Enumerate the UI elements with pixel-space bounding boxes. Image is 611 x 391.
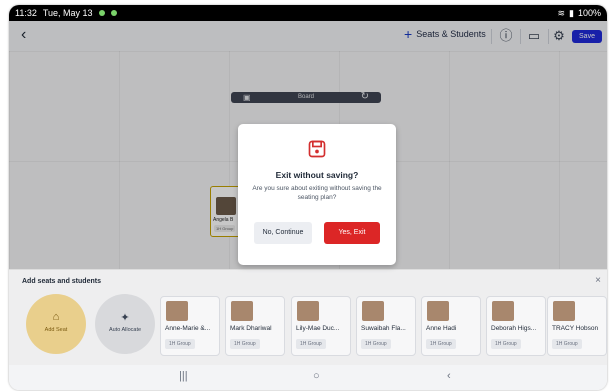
student-name: Anne-Marie &...	[165, 325, 211, 332]
student-photo	[553, 301, 575, 321]
recents-icon[interactable]: |||	[179, 370, 188, 382]
student-name: Lily-Mae Duc...	[296, 325, 340, 332]
student-group: 1H Group	[552, 339, 582, 349]
student-group: 1H Group	[426, 339, 456, 349]
date: Tue, May 13	[42, 8, 93, 18]
dialog-title: Exit without saving?	[275, 170, 359, 180]
student-name: Mark Dhariwal	[230, 325, 272, 332]
student-photo	[297, 301, 319, 321]
student-card[interactable]: Anne Hadi 1H Group	[421, 296, 481, 356]
student-group: 1H Group	[491, 339, 521, 349]
student-card[interactable]: Anne-Marie &... 1H Group	[160, 296, 220, 356]
yes-exit-button[interactable]: Yes, Exit	[324, 222, 380, 244]
seat-icon: ⌂	[52, 311, 60, 323]
add-seat-label: Add Seat	[44, 327, 68, 333]
student-name: Anne Hadi	[426, 325, 457, 332]
home-icon[interactable]: ○	[313, 370, 320, 382]
student-name: Suwaibah Fla...	[361, 325, 406, 332]
auto-allocate-button[interactable]: ✦ Auto Allocate	[95, 294, 155, 354]
status-bar: 11:32 Tue, May 13 ≋ ▮ 100%	[9, 5, 607, 21]
signal-icon: ▮	[569, 8, 574, 18]
add-seats-panel: Add seats and students × ⌂ Add Seat ✦ Au…	[9, 269, 607, 366]
student-group: 1H Group	[230, 339, 260, 349]
tablet-frame: 11:32 Tue, May 13 ≋ ▮ 100% ‹ + Seats & S…	[9, 5, 607, 390]
student-card[interactable]: Lily-Mae Duc... 1H Group	[291, 296, 351, 356]
magic-wand-icon: ✦	[120, 312, 130, 324]
student-photo	[362, 301, 384, 321]
student-photo	[166, 301, 188, 321]
student-card[interactable]: TRACY Hobson 1H Group	[547, 296, 607, 356]
close-icon[interactable]: ×	[595, 275, 601, 286]
wifi-icon: ≋	[557, 8, 566, 18]
auto-allocate-label: Auto Allocate	[108, 327, 142, 333]
battery-level: 100%	[577, 8, 601, 18]
android-nav-bar: ||| ○ ‹	[9, 365, 607, 390]
student-group: 1H Group	[361, 339, 391, 349]
clock: 11:32	[15, 8, 37, 18]
no-continue-button[interactable]: No, Continue	[254, 222, 312, 244]
student-name: TRACY Hobson	[552, 325, 599, 332]
student-group: 1H Group	[165, 339, 195, 349]
notification-icon	[98, 10, 105, 16]
student-card[interactable]: Suwaibah Fla... 1H Group	[356, 296, 416, 356]
dialog-message: Are you sure about exiting without savin…	[252, 185, 382, 201]
student-photo	[231, 301, 253, 321]
exit-confirm-dialog: Exit without saving? Are you sure about …	[238, 124, 396, 265]
student-name: Deborah Higs...	[491, 325, 537, 332]
student-card[interactable]: Deborah Higs... 1H Group	[486, 296, 546, 356]
panel-title: Add seats and students	[22, 278, 101, 285]
student-photo	[492, 301, 514, 321]
save-icon	[308, 140, 326, 158]
back-nav-icon[interactable]: ‹	[447, 370, 451, 382]
student-card[interactable]: Mark Dhariwal 1H Group	[225, 296, 285, 356]
notification-icon	[110, 10, 117, 16]
student-photo	[427, 301, 449, 321]
student-group: 1H Group	[296, 339, 326, 349]
add-seat-button[interactable]: ⌂ Add Seat	[26, 294, 86, 354]
